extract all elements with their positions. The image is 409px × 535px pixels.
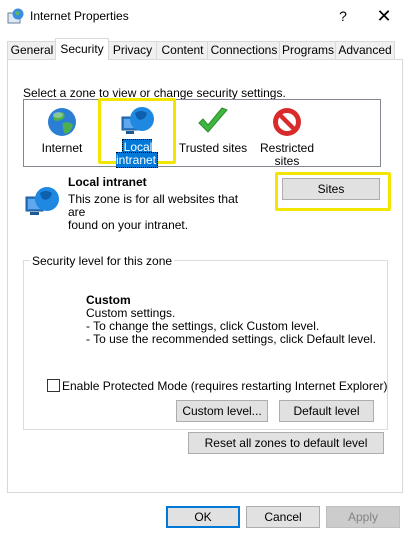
reset-all-zones-button[interactable]: Reset all zones to default level — [188, 432, 384, 454]
zone-trusted-sites-label: Trusted sites — [178, 141, 248, 155]
default-level-button[interactable]: Default level — [279, 400, 374, 422]
zone-local-intranet-label: Local intranet — [115, 139, 159, 168]
zone-internet-label: Internet — [41, 141, 83, 155]
checkmark-icon — [196, 106, 230, 141]
tab-privacy[interactable]: Privacy — [107, 41, 158, 59]
security-level-description: Custom settings. - To change the setting… — [86, 307, 376, 346]
zone-trusted-sites[interactable]: Trusted sites — [174, 104, 252, 162]
zone-restricted-sites[interactable]: Restricted sites — [254, 104, 320, 168]
zone-list: Internet Local intranet Trusted sites Re… — [23, 98, 381, 168]
window-title: Internet Properties — [30, 9, 129, 23]
no-entry-icon — [271, 106, 303, 141]
zone-restricted-sites-label-line2: sites — [274, 154, 300, 168]
apply-button[interactable]: Apply — [326, 506, 400, 528]
ok-button[interactable]: OK — [166, 506, 240, 528]
security-level-title: Security level for this zone — [30, 254, 175, 268]
globe-icon — [46, 106, 78, 141]
tab-content[interactable]: Content — [156, 41, 209, 59]
intranet-globe-icon — [25, 186, 61, 218]
tab-programs[interactable]: Programs — [279, 41, 337, 59]
zone-description-line2: found on your intranet. — [68, 218, 189, 232]
zone-internet[interactable]: Internet — [32, 104, 92, 162]
tab-advanced[interactable]: Advanced — [335, 41, 395, 59]
zone-local-intranet[interactable]: Local intranet — [98, 98, 176, 168]
tab-security[interactable]: Security — [55, 38, 109, 60]
zone-description: This zone is for all websites that are f… — [68, 193, 258, 232]
cancel-button[interactable]: Cancel — [246, 506, 320, 528]
custom-level-button[interactable]: Custom level... — [176, 400, 268, 422]
zone-description-line1: This zone is for all websites that are — [68, 192, 239, 219]
security-level-line: - To use the recommended settings, click… — [86, 332, 376, 346]
protected-mode-label[interactable]: Enable Protected Mode (requires restarti… — [62, 379, 388, 393]
help-button[interactable]: ? — [331, 5, 355, 27]
protected-mode-checkbox[interactable] — [47, 379, 60, 392]
internet-properties-icon — [7, 8, 25, 24]
sites-button[interactable]: Sites — [282, 178, 380, 200]
security-level-name: Custom — [86, 293, 131, 307]
tab-connections[interactable]: Connections — [207, 41, 281, 59]
tab-general[interactable]: General — [7, 41, 57, 59]
zone-title: Local intranet — [68, 175, 147, 189]
sites-button-highlight: Sites — [275, 172, 391, 211]
close-button[interactable]: ✕ — [368, 5, 400, 27]
intranet-globe-icon — [121, 105, 155, 140]
